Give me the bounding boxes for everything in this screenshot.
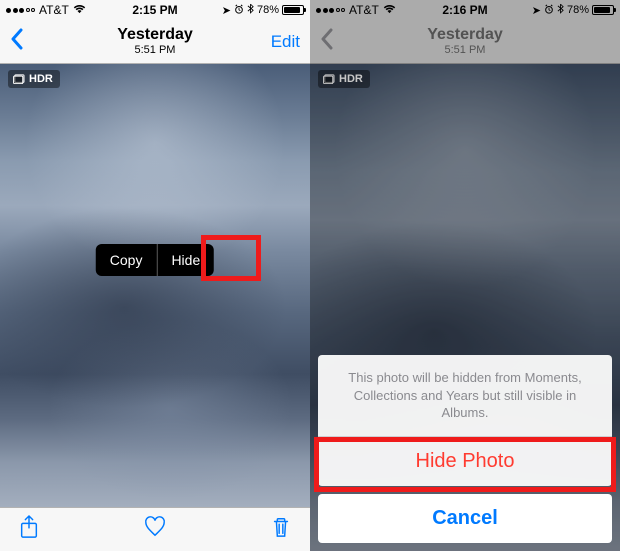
wifi-icon (73, 3, 86, 17)
nav-title-group: Yesterday 5:51 PM (117, 26, 193, 57)
favorite-button[interactable] (144, 514, 166, 545)
delete-button[interactable] (270, 514, 292, 545)
battery-percent: 78% (257, 4, 279, 16)
toolbar (0, 507, 310, 551)
signal-strength-icon (6, 8, 35, 13)
nav-subtitle: 5:51 PM (117, 44, 193, 57)
copy-menu-item[interactable]: Copy (96, 244, 157, 276)
sheet-main-group: This photo will be hidden from Moments, … (318, 355, 612, 486)
alarm-icon (234, 4, 244, 17)
status-bar: AT&T 2:15 PM ➤ 78% (0, 0, 310, 20)
nav-bar: Yesterday 5:51 PM Edit (0, 20, 310, 64)
context-menu: Copy Hide (96, 244, 214, 276)
location-icon: ➤ (222, 4, 231, 17)
status-right: ➤ 78% (222, 3, 304, 17)
hdr-label: HDR (29, 73, 53, 85)
screen-right: AT&T 2:16 PM ➤ 78% Yesterday 5:51 PM (310, 0, 620, 551)
status-left: AT&T (6, 3, 86, 17)
status-time: 2:15 PM (132, 3, 177, 17)
nav-title: Yesterday (117, 26, 193, 44)
chevron-left-icon (10, 28, 24, 55)
carrier-label: AT&T (39, 3, 69, 17)
cancel-button[interactable]: Cancel (318, 494, 612, 543)
share-button[interactable] (18, 514, 40, 545)
bluetooth-icon (247, 3, 254, 17)
back-button[interactable] (10, 28, 60, 55)
hide-photo-button[interactable]: Hide Photo (318, 437, 612, 486)
sheet-message: This photo will be hidden from Moments, … (318, 355, 612, 437)
battery-icon (282, 5, 304, 15)
screen-left: AT&T 2:15 PM ➤ 78% Yesterday 5:51 PM (0, 0, 310, 551)
hide-menu-item[interactable]: Hide (157, 244, 214, 276)
photo-viewer[interactable] (0, 64, 310, 507)
edit-button[interactable]: Edit (271, 32, 300, 52)
hdr-badge: HDR (8, 70, 60, 88)
action-sheet: This photo will be hidden from Moments, … (318, 355, 612, 543)
